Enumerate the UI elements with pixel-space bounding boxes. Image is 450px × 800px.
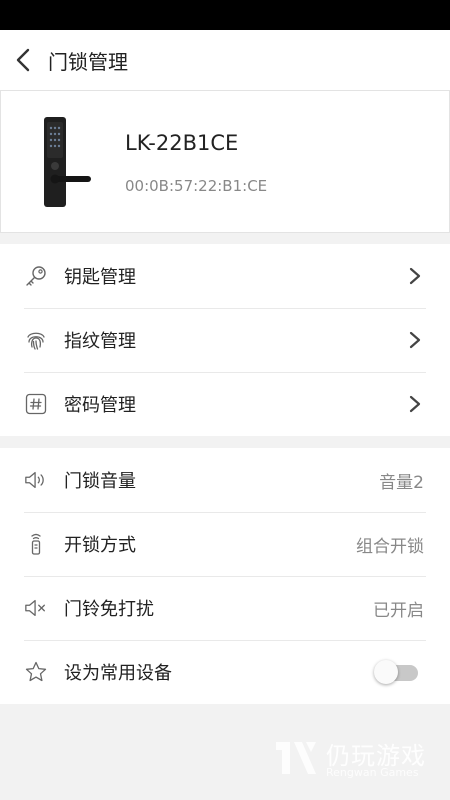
row-label: 指纹管理: [64, 331, 136, 352]
hash-icon: [24, 392, 48, 416]
lock-volume-row[interactable]: 门锁音量 音量2: [0, 448, 450, 512]
page-title: 门锁管理: [48, 49, 128, 74]
toggle-knob: [374, 660, 398, 684]
volume-icon: [24, 468, 48, 492]
settings-section: 门锁音量 音量2 开锁方式 组合开锁 门铃免打扰 已开启 设为常用设备: [0, 448, 450, 704]
row-value: 音量2: [379, 472, 424, 493]
doorbell-dnd-row[interactable]: 门铃免打扰 已开启: [0, 576, 450, 640]
watermark-logo-icon: [276, 742, 316, 774]
fingerprint-management-row[interactable]: 指纹管理: [0, 308, 450, 372]
set-common-device-row: 设为常用设备: [0, 640, 450, 704]
watermark: 仍玩游戏 Rengwan Games: [272, 736, 432, 786]
row-label: 密码管理: [64, 395, 136, 416]
row-label: 设为常用设备: [64, 663, 172, 684]
key-management-row[interactable]: 钥匙管理: [0, 244, 450, 308]
management-section: 钥匙管理 指纹管理 密码管理: [0, 244, 450, 436]
remote-icon: [24, 532, 48, 556]
chevron-right-icon: [408, 394, 422, 414]
door-lock-image: [44, 117, 91, 207]
device-name: LK-22B1CE: [125, 131, 239, 155]
chevron-right-icon: [408, 266, 422, 286]
password-management-row[interactable]: 密码管理: [0, 372, 450, 436]
unlock-method-row[interactable]: 开锁方式 组合开锁: [0, 512, 450, 576]
chevron-left-icon: [16, 48, 30, 72]
device-card: LK-22B1CE 00:0B:57:22:B1:CE: [0, 90, 450, 233]
row-label: 门锁音量: [64, 471, 136, 492]
key-icon: [24, 264, 48, 288]
chevron-right-icon: [408, 330, 422, 350]
row-label: 开锁方式: [64, 535, 136, 556]
status-bar: [0, 0, 450, 30]
watermark-brand-en: Rengwan Games: [326, 766, 419, 779]
common-device-toggle[interactable]: [374, 660, 418, 684]
row-value: 组合开锁: [356, 536, 424, 557]
row-label: 门铃免打扰: [64, 599, 154, 620]
fingerprint-icon: [24, 328, 48, 352]
back-button[interactable]: [0, 30, 46, 90]
mute-icon: [24, 596, 48, 620]
star-icon: [24, 660, 48, 684]
row-value: 已开启: [373, 600, 424, 621]
row-label: 钥匙管理: [64, 267, 136, 288]
app-header: 门锁管理: [0, 30, 450, 90]
device-mac-address: 00:0B:57:22:B1:CE: [125, 177, 268, 195]
